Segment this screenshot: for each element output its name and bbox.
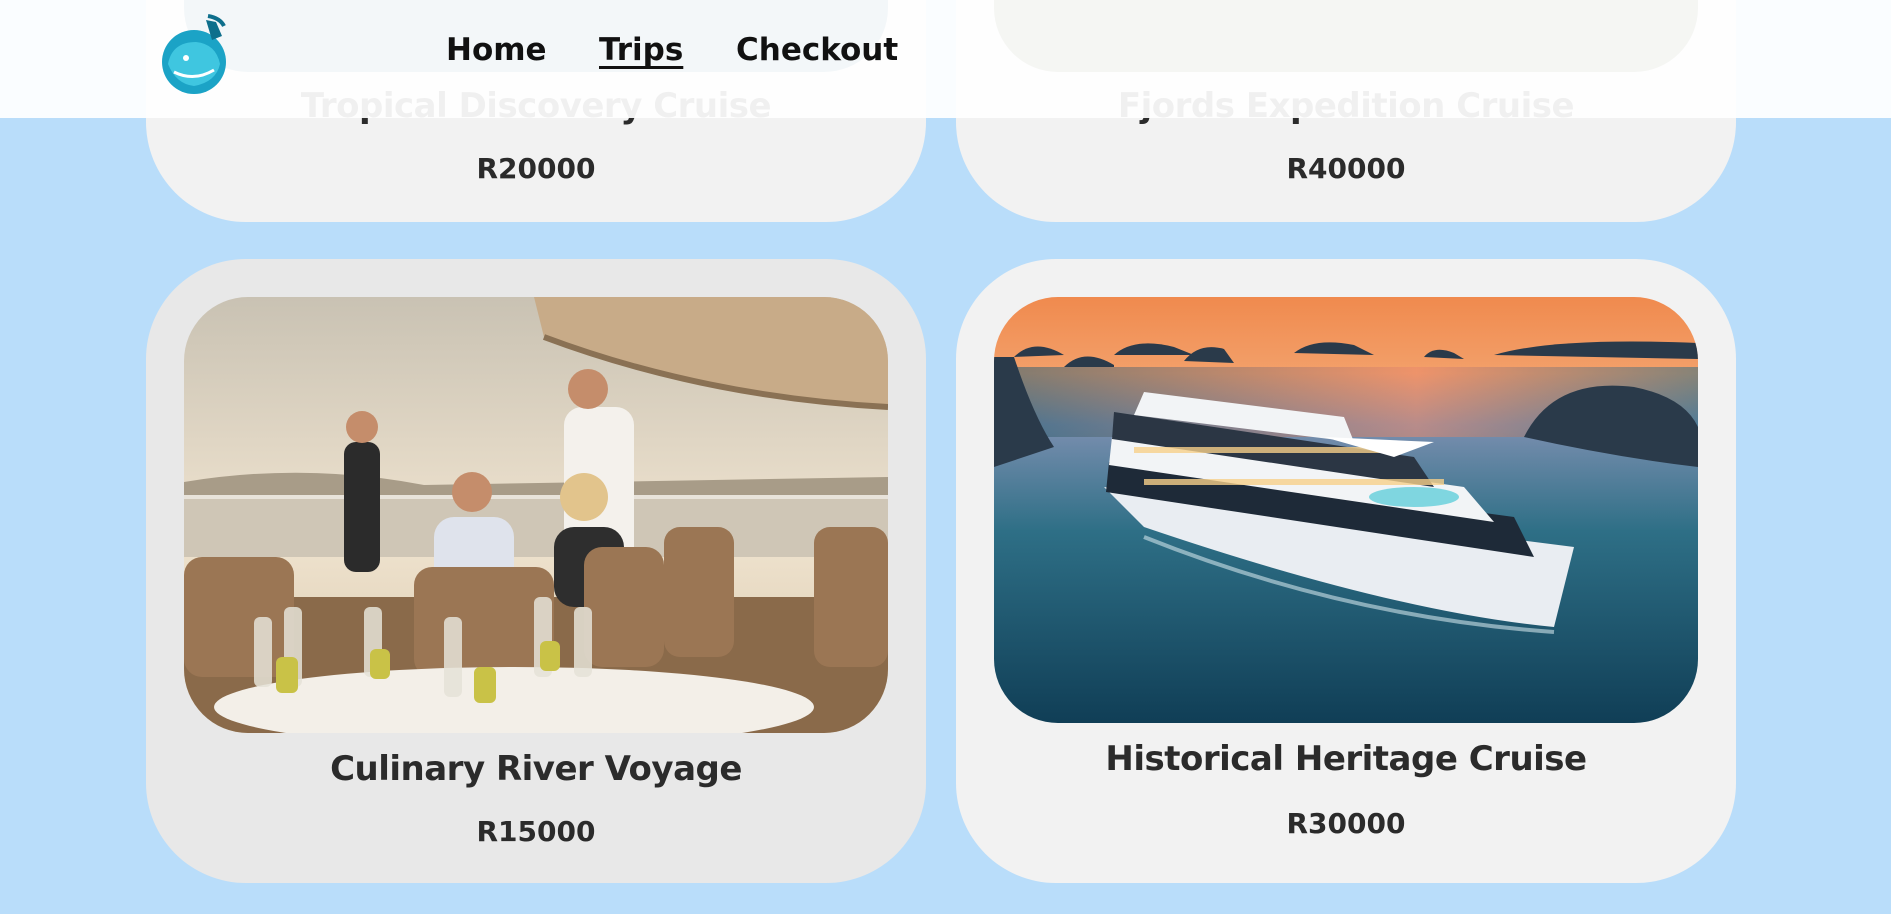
trip-title: Historical Heritage Cruise: [1105, 739, 1587, 779]
nav-link-checkout[interactable]: Checkout: [736, 32, 898, 68]
trip-image-heritage: [994, 297, 1698, 723]
navbar: Home Trips Checkout: [0, 0, 1891, 118]
trip-title: Culinary River Voyage: [330, 749, 742, 789]
nav-link-home[interactable]: Home: [446, 32, 547, 68]
trip-price: R20000: [476, 152, 596, 185]
trip-price: R30000: [1286, 807, 1406, 840]
voyager-cruises-logo[interactable]: [150, 12, 238, 106]
trip-price: R40000: [1286, 152, 1406, 185]
trip-card-culinary-river[interactable]: Culinary River Voyage R15000: [146, 259, 926, 883]
trip-image-culinary: [184, 297, 888, 733]
trip-card-historical-heritage[interactable]: Historical Heritage Cruise R30000: [956, 259, 1736, 883]
nav-link-trips[interactable]: Trips: [599, 32, 683, 68]
trip-price: R15000: [476, 815, 596, 848]
